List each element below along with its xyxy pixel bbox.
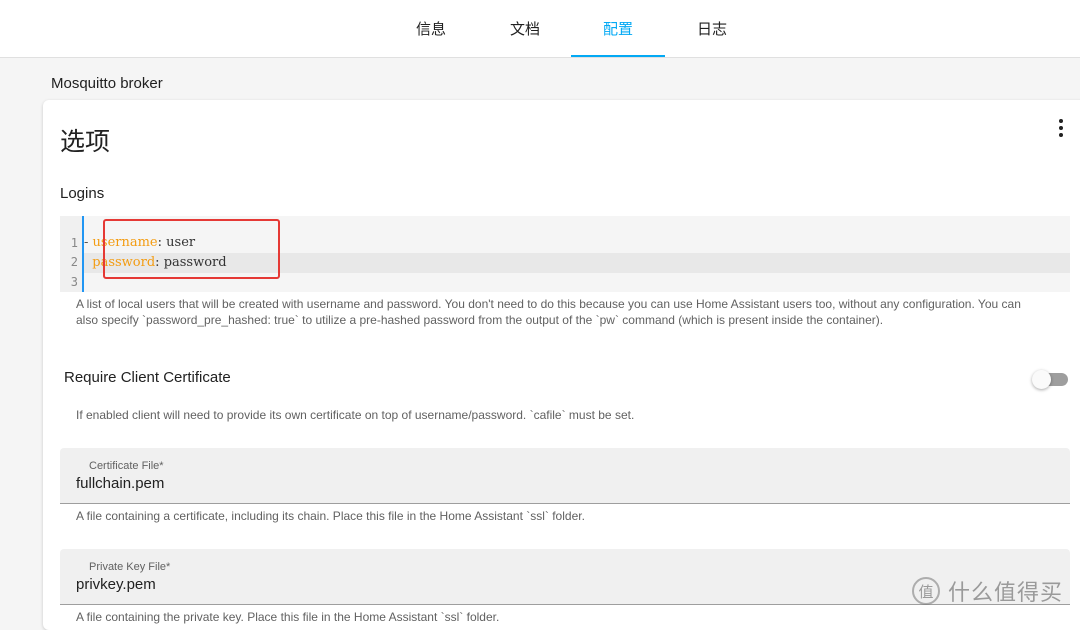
line-number-gutter: 1 2 3 [60, 216, 84, 292]
require-client-certificate-label: Require Client Certificate [64, 369, 231, 386]
card-title: 选项 [60, 127, 111, 156]
private-key-file-value: privkey.pem [76, 576, 156, 593]
addon-name: Mosquitto broker [51, 75, 163, 92]
logins-code-editor[interactable]: 1 2 3 - username: user password: passwor… [60, 216, 1070, 292]
certificate-file-description: A file containing a certificate, includi… [76, 509, 585, 523]
private-key-file-label: Private Key File* [89, 561, 171, 573]
options-card: 选项 Logins 1 2 3 - username: user passwor… [43, 100, 1080, 630]
red-highlight-box [103, 219, 280, 279]
yaml-list-dash: - [84, 235, 93, 250]
watermark-text: 什么值得买 [948, 581, 1064, 606]
require-client-certificate-toggle[interactable] [1032, 370, 1068, 389]
tab-configuration[interactable]: 配置 [571, 0, 665, 57]
certificate-file-label: Certificate File* [89, 460, 164, 472]
watermark-logo-icon: 值 [912, 577, 940, 605]
tab-bar: 信息 文档 配置 日志 [0, 0, 1080, 58]
certificate-file-value: fullchain.pem [76, 475, 165, 492]
logins-description-line2: also specify `password_pre_hashed: true`… [76, 313, 884, 327]
line-number: 3 [70, 275, 78, 289]
certificate-file-field[interactable]: Certificate File* fullchain.pem [60, 448, 1070, 504]
logins-description-line1: A list of local users that will be creat… [76, 297, 1021, 311]
watermark: 值 什么值得买 [912, 574, 1063, 608]
logins-label: Logins [60, 185, 105, 202]
tab-documentation[interactable]: 文档 [478, 0, 572, 57]
line-number: 2 [70, 255, 78, 269]
require-client-certificate-description: If enabled client will need to provide i… [76, 408, 635, 422]
tab-info[interactable]: 信息 [384, 0, 478, 57]
line-number: 1 [70, 236, 78, 250]
overflow-menu-icon[interactable] [1049, 116, 1073, 140]
toggle-thumb [1032, 370, 1051, 389]
tab-log[interactable]: 日志 [665, 0, 759, 57]
private-key-file-description: A file containing the private key. Place… [76, 610, 500, 624]
